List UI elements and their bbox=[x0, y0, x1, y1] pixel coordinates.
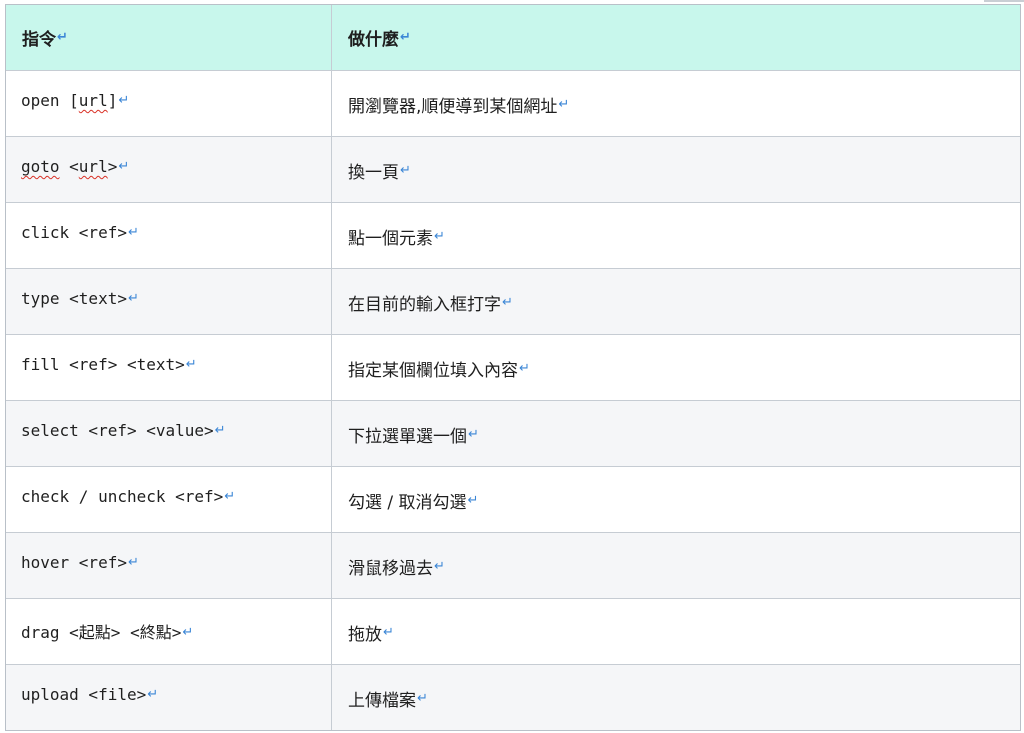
table-row: hover <ref>↵ 滑鼠移過去 ↵ bbox=[6, 532, 1020, 598]
command-cell: select <ref> <value>↵ bbox=[6, 401, 332, 466]
return-mark-icon: ↵ bbox=[118, 93, 130, 108]
return-mark-icon: ↵ bbox=[383, 625, 394, 640]
command-text: url bbox=[78, 91, 108, 110]
return-mark-icon: ↵ bbox=[185, 357, 197, 372]
command-text: ] bbox=[107, 91, 118, 110]
command-text: click <ref> bbox=[21, 223, 127, 242]
command-text: > bbox=[107, 157, 118, 176]
table-row: type <text>↵ 在目前的輸入框打字 ↵ bbox=[6, 268, 1020, 334]
description-text: 在目前的輸入框打字 bbox=[348, 295, 501, 315]
return-mark-icon: ↵ bbox=[118, 159, 130, 174]
command-text: open [ bbox=[21, 91, 79, 110]
description-cell: 指定某個欄位填入內容 ↵ bbox=[332, 335, 1020, 400]
command-text: select <ref> <value> bbox=[21, 421, 214, 440]
description-text: 滑鼠移過去 bbox=[348, 559, 433, 579]
return-mark-icon: ↵ bbox=[400, 30, 411, 45]
description-text: 指定某個欄位填入內容 bbox=[348, 361, 518, 381]
return-mark-icon: ↵ bbox=[127, 555, 139, 570]
command-text: check / uncheck <ref> bbox=[21, 487, 224, 506]
top-right-edge bbox=[984, 0, 1024, 2]
table-header-row: 指令 ↵ 做什麼 ↵ bbox=[6, 5, 1020, 70]
command-cell: click <ref>↵ bbox=[6, 203, 332, 268]
return-mark-icon: ↵ bbox=[434, 229, 445, 244]
description-cell: 換一頁 ↵ bbox=[332, 137, 1020, 202]
header-command: 指令 ↵ bbox=[6, 5, 332, 70]
return-mark-icon: ↵ bbox=[434, 559, 445, 574]
return-mark-icon: ↵ bbox=[224, 489, 236, 504]
description-text: 開瀏覽器,順便導到某個網址 bbox=[348, 97, 558, 117]
return-mark-icon: ↵ bbox=[467, 493, 479, 508]
return-mark-icon: ↵ bbox=[127, 291, 139, 306]
table-row: fill <ref> <text>↵ 指定某個欄位填入內容 ↵ bbox=[6, 334, 1020, 400]
description-cell: 勾選 / 取消勾選 ↵ bbox=[332, 467, 1020, 532]
description-cell: 在目前的輸入框打字 ↵ bbox=[332, 269, 1020, 334]
table-row: check / uncheck <ref>↵ 勾選 / 取消勾選 ↵ bbox=[6, 466, 1020, 532]
command-cell: open [url]↵ bbox=[6, 71, 332, 136]
return-mark-icon: ↵ bbox=[468, 427, 479, 442]
description-text: 點一個元素 bbox=[348, 229, 433, 249]
table-row: select <ref> <value>↵ 下拉選單選一個 ↵ bbox=[6, 400, 1020, 466]
description-text: 勾選 / 取消勾選 bbox=[348, 493, 467, 513]
table-row: goto <url>↵ 換一頁 ↵ bbox=[6, 136, 1020, 202]
return-mark-icon: ↵ bbox=[400, 163, 411, 178]
command-text: fill <ref> <text> bbox=[21, 355, 185, 374]
return-mark-icon: ↵ bbox=[127, 225, 139, 240]
header-action: 做什麼 ↵ bbox=[332, 5, 1020, 70]
table-row: open [url]↵ 開瀏覽器,順便導到某個網址 ↵ bbox=[6, 70, 1020, 136]
return-mark-icon: ↵ bbox=[502, 295, 513, 310]
return-mark-icon: ↵ bbox=[147, 687, 159, 702]
command-cell: fill <ref> <text>↵ bbox=[6, 335, 332, 400]
command-cell: upload <file>↵ bbox=[6, 665, 332, 730]
return-mark-icon: ↵ bbox=[57, 30, 68, 45]
command-cell: check / uncheck <ref>↵ bbox=[6, 467, 332, 532]
command-cell: hover <ref>↵ bbox=[6, 533, 332, 598]
command-text: goto bbox=[21, 157, 60, 176]
command-cell: goto <url>↵ bbox=[6, 137, 332, 202]
command-text: drag <起點> <終點> bbox=[21, 623, 182, 642]
return-mark-icon: ↵ bbox=[417, 691, 428, 706]
description-cell: 點一個元素 ↵ bbox=[332, 203, 1020, 268]
return-mark-icon: ↵ bbox=[182, 625, 194, 640]
description-cell: 下拉選單選一個 ↵ bbox=[332, 401, 1020, 466]
command-cell: drag <起點> <終點>↵ bbox=[6, 599, 332, 664]
description-cell: 上傳檔案 ↵ bbox=[332, 665, 1020, 730]
return-mark-icon: ↵ bbox=[558, 97, 570, 112]
command-text: upload <file> bbox=[21, 685, 147, 704]
description-text: 上傳檔案 bbox=[348, 691, 416, 711]
header-command-label: 指令 bbox=[22, 30, 56, 50]
command-text: hover <ref> bbox=[21, 553, 127, 572]
description-text: 換一頁 bbox=[348, 163, 399, 183]
command-text: < bbox=[59, 157, 79, 176]
return-mark-icon: ↵ bbox=[214, 423, 226, 438]
description-cell: 拖放 ↵ bbox=[332, 599, 1020, 664]
table-row: click <ref>↵ 點一個元素 ↵ bbox=[6, 202, 1020, 268]
description-cell: 滑鼠移過去 ↵ bbox=[332, 533, 1020, 598]
description-text: 下拉選單選一個 bbox=[348, 427, 467, 447]
return-mark-icon: ↵ bbox=[519, 361, 530, 376]
commands-table: 指令 ↵ 做什麼 ↵ open [url]↵ 開瀏覽器,順便導到某個網址 ↵ goto… bbox=[5, 4, 1021, 731]
command-text: url bbox=[78, 157, 108, 176]
command-text: type <text> bbox=[21, 289, 127, 308]
description-cell: 開瀏覽器,順便導到某個網址 ↵ bbox=[332, 71, 1020, 136]
table-row: upload <file>↵ 上傳檔案 ↵ bbox=[6, 664, 1020, 730]
description-text: 拖放 bbox=[348, 625, 382, 645]
command-cell: type <text>↵ bbox=[6, 269, 332, 334]
table-row: drag <起點> <終點>↵ 拖放 ↵ bbox=[6, 598, 1020, 664]
header-action-label: 做什麼 bbox=[348, 30, 399, 50]
